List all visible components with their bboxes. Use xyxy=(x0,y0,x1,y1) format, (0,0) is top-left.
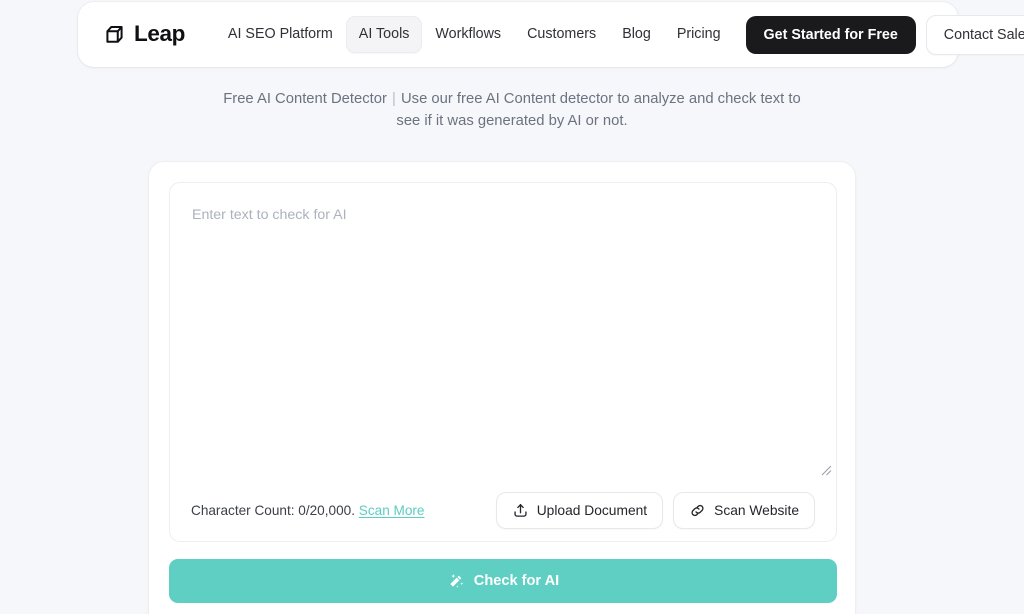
nav-link-ai-tools[interactable]: AI Tools xyxy=(345,15,423,54)
cube-logo-icon xyxy=(103,23,126,46)
nav-link-customers[interactable]: Customers xyxy=(514,16,609,53)
editor-footer: Character Count: 0/20,000. Scan More Upl… xyxy=(170,479,836,541)
nav-links: AI SEO Platform AI Tools Workflows Custo… xyxy=(215,15,734,54)
upload-document-button[interactable]: Upload Document xyxy=(495,491,664,529)
subtitle-rest: Use our free AI Content detector to anal… xyxy=(396,91,801,129)
check-for-ai-button[interactable]: Check for AI xyxy=(169,559,837,603)
nav-actions: Get Started for Free Contact Sales xyxy=(745,14,1024,55)
text-input-placeholder: Enter text to check for AI xyxy=(192,207,347,223)
scan-website-label: Scan Website xyxy=(714,502,799,518)
navbar: Leap AI SEO Platform AI Tools Workflows … xyxy=(78,2,1024,67)
get-started-button[interactable]: Get Started for Free xyxy=(745,15,916,54)
upload-icon xyxy=(512,502,529,519)
scan-more-link[interactable]: Scan More xyxy=(359,503,425,518)
nav-link-workflows[interactable]: Workflows xyxy=(422,16,514,53)
nav-link-pricing[interactable]: Pricing xyxy=(664,16,734,53)
subtitle-separator: | xyxy=(392,91,396,107)
scan-website-button[interactable]: Scan Website xyxy=(673,491,815,529)
character-count: Character Count: 0/20,000. Scan More xyxy=(191,503,425,518)
magic-wand-icon xyxy=(447,572,465,590)
brand-logo[interactable]: Leap xyxy=(103,23,185,46)
resize-grip-icon[interactable] xyxy=(818,462,832,476)
link-icon xyxy=(689,502,706,519)
navbar-container: Leap AI SEO Platform AI Tools Workflows … xyxy=(78,2,1024,67)
detector-card: Enter text to check for AI Character Cou… xyxy=(148,161,856,614)
nav-link-blog[interactable]: Blog xyxy=(609,16,664,53)
nav-link-ai-seo-platform[interactable]: AI SEO Platform xyxy=(215,16,346,53)
upload-document-label: Upload Document xyxy=(536,502,648,518)
editor-action-buttons: Upload Document Scan Website xyxy=(495,491,815,529)
brand-name: Leap xyxy=(134,21,185,47)
check-for-ai-label: Check for AI xyxy=(473,573,560,589)
text-input-area[interactable]: Enter text to check for AI xyxy=(170,183,836,479)
character-count-label: Character Count: 0/20,000. xyxy=(191,502,355,518)
subtitle-lead: Free AI Content Detector xyxy=(223,91,387,107)
contact-sales-button[interactable]: Contact Sales xyxy=(925,14,1024,55)
page-subtitle: Free AI Content Detector | Use our free … xyxy=(212,88,812,132)
text-editor-container[interactable]: Enter text to check for AI Character Cou… xyxy=(169,182,837,542)
